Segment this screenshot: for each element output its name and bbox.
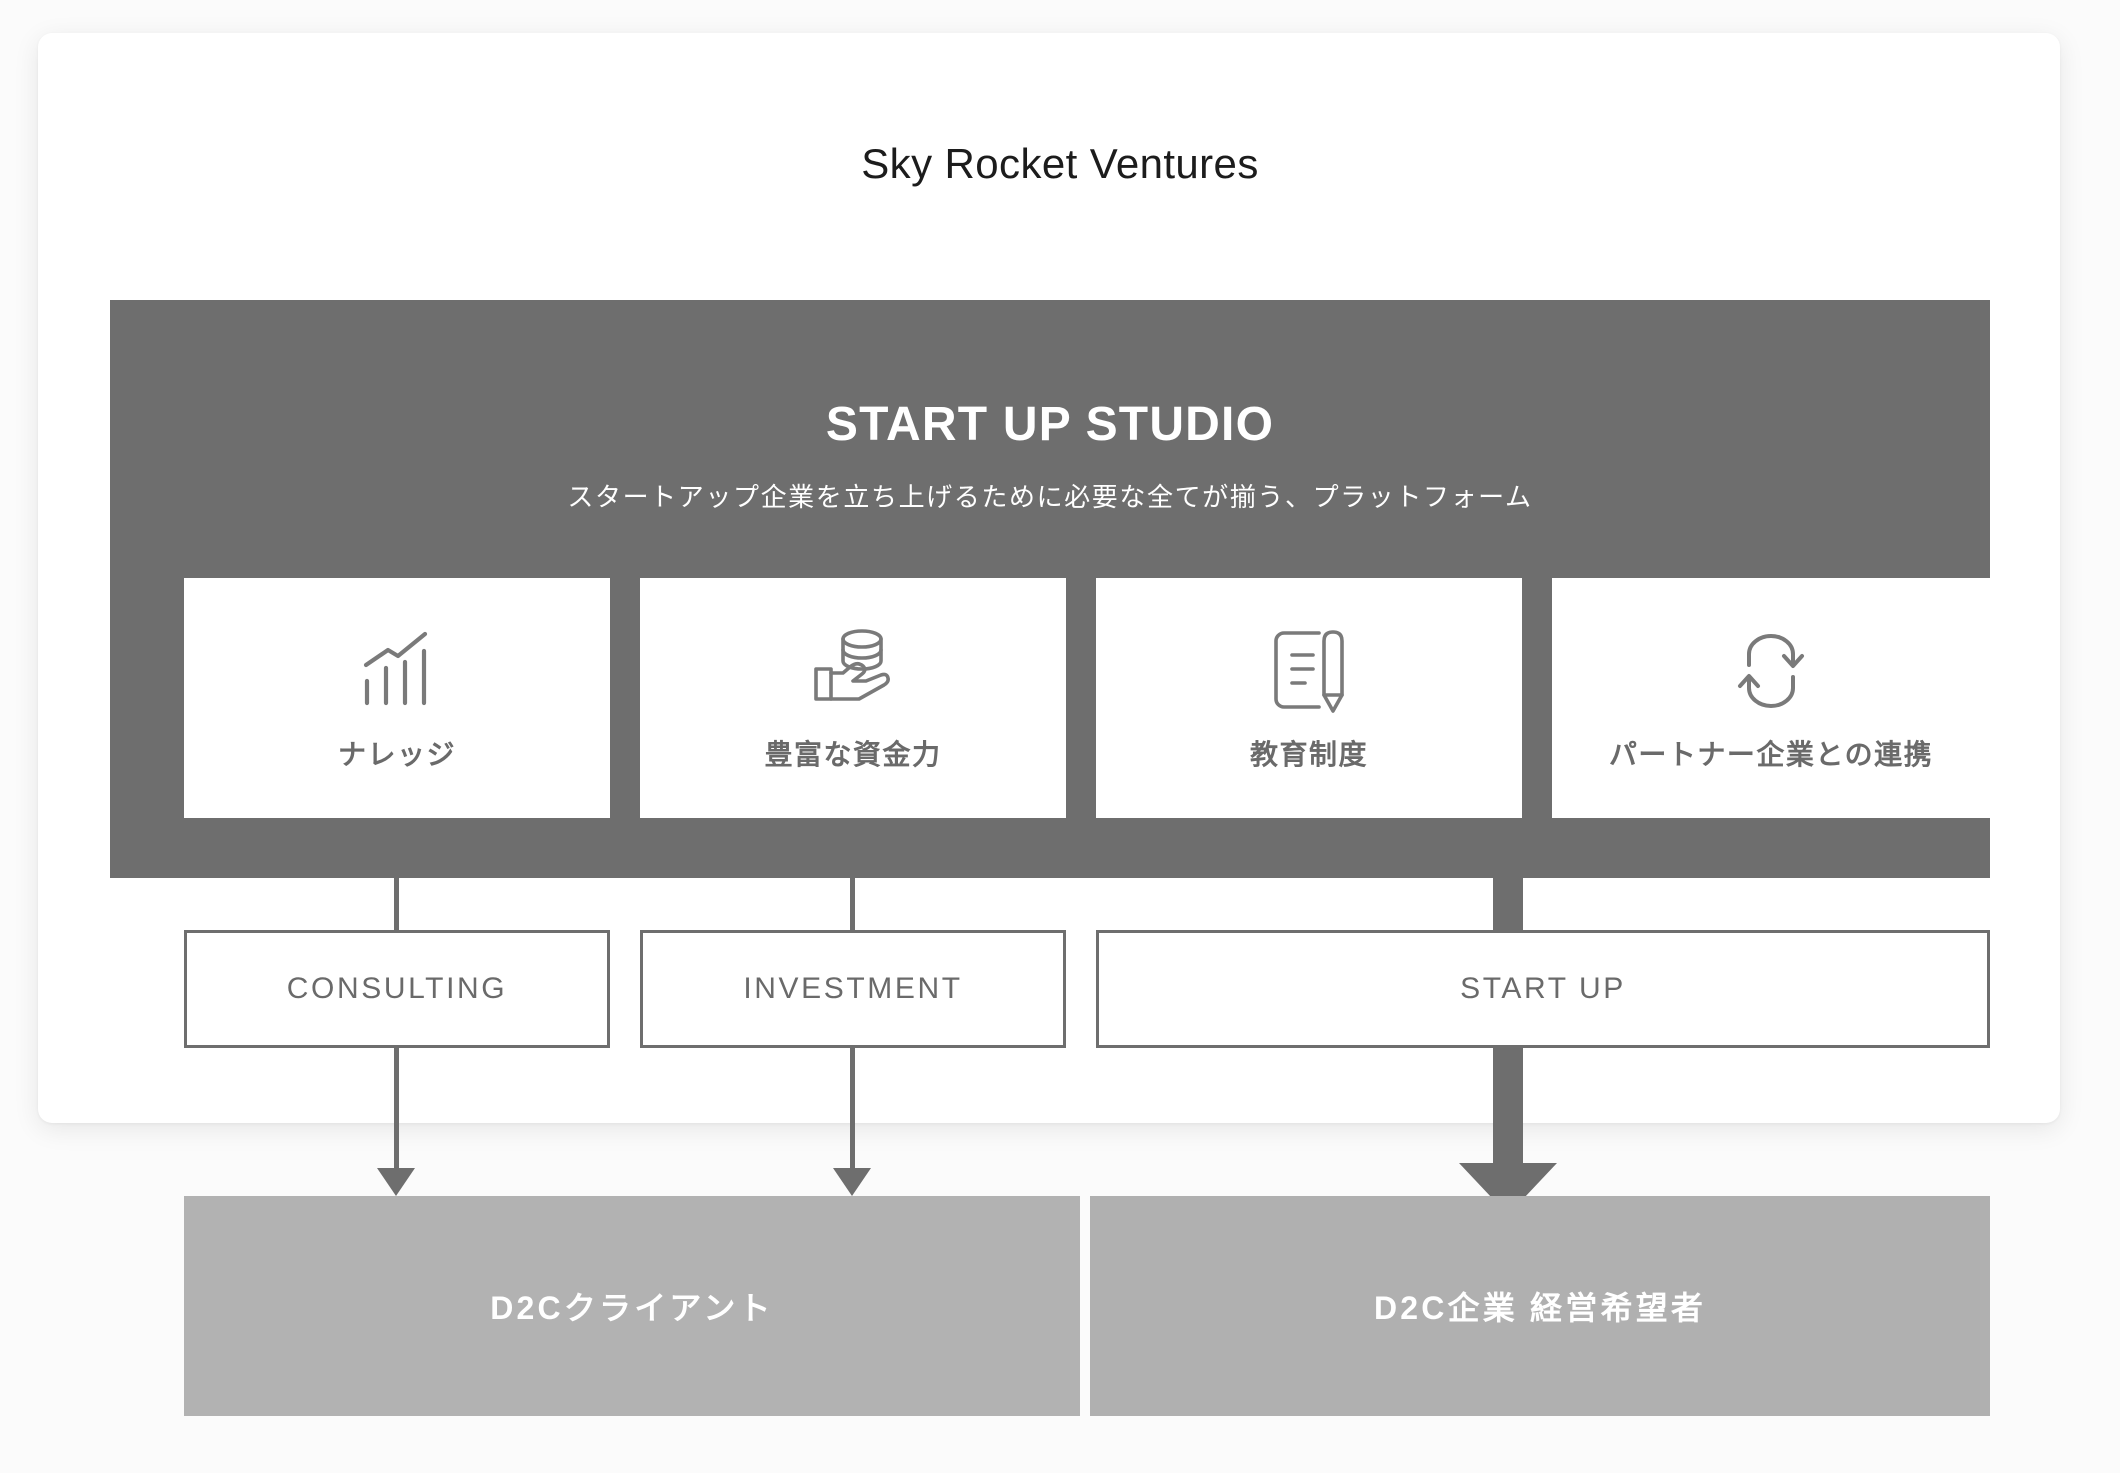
mid-box-investment[interactable]: INVESTMENT [640,930,1066,1048]
feature-label: ナレッジ [337,739,456,770]
document-pencil-icon [1261,623,1357,719]
hand-holding-coins-icon [805,623,901,719]
connector-education-to-panel [1506,818,1511,878]
connector-consulting-to-client [394,1048,399,1188]
feature-label: パートナー企業との連携 [1608,739,1934,770]
feature-card-knowledge[interactable]: ナレッジ [184,578,610,818]
studio-subheading: スタートアップ企業を立ち上げるために必要な全てが揃う、プラットフォーム [567,482,1533,512]
connector-funding-to-investment [850,818,855,930]
feature-card-partner[interactable]: パートナー企業との連携 [1552,578,1990,818]
mid-box-label: START UP [1460,972,1626,1005]
connector-partner-to-panel [1586,818,1591,878]
bar-chart-trend-icon [349,623,445,719]
feature-label: 豊富な資金力 [764,739,942,770]
connector-investment-to-client [850,1048,855,1188]
sync-loop-arrows-icon [1723,623,1819,719]
mid-box-startup[interactable]: START UP [1096,930,1990,1048]
page-title: Sky Rocket Ventures [861,140,1259,187]
mid-box-label: INVESTMENT [743,972,963,1005]
mid-box-consulting[interactable]: CONSULTING [184,930,610,1048]
bottom-box-label: D2Cクライアント [490,1290,774,1326]
studio-heading: START UP STUDIO [825,398,1275,451]
bottom-box-label: D2C企業 経営希望者 [1373,1290,1707,1326]
feature-card-education[interactable]: 教育制度 [1096,578,1522,818]
feature-card-funding[interactable]: 豊富な資金力 [640,578,1066,818]
arrowhead-consulting-to-client [377,1168,415,1196]
bottom-box-d2c-client[interactable]: D2Cクライアント [184,1196,1080,1416]
feature-label: 教育制度 [1249,739,1368,770]
connector-panel-to-startup [1493,878,1523,930]
connector-startup-to-founder [1493,1048,1523,1166]
arrowhead-investment-to-client [833,1168,871,1196]
connector-knowledge-to-consulting [394,818,399,930]
bottom-box-d2c-founder[interactable]: D2C企業 経営希望者 [1090,1196,1990,1416]
mid-box-label: CONSULTING [286,972,508,1005]
